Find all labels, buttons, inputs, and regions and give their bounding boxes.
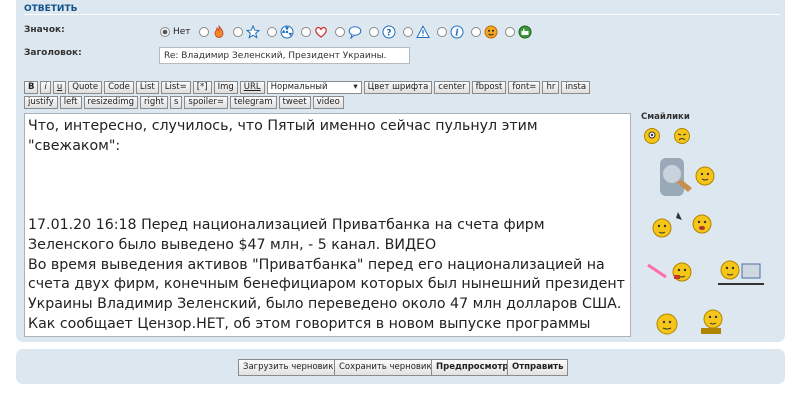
font-button[interactable]: font= bbox=[508, 81, 541, 94]
icon-radio-star[interactable] bbox=[232, 27, 243, 37]
smilies-title: Смайлики bbox=[641, 112, 690, 122]
spoiler-button[interactable]: spoiler= bbox=[184, 96, 228, 109]
load-draft-button[interactable]: Загрузить черновик bbox=[238, 359, 339, 376]
font-size-select[interactable]: Нормальный ▾ bbox=[266, 81, 362, 94]
icon-radio-thumbs[interactable] bbox=[504, 27, 515, 37]
subject-label: Заголовок: bbox=[24, 48, 82, 58]
radioactive-icon bbox=[280, 25, 294, 39]
hr-button[interactable]: hr bbox=[542, 81, 560, 94]
bold-button[interactable]: B bbox=[24, 81, 39, 94]
thumbs-icon bbox=[518, 25, 532, 39]
dropdown-arrow-icon: ▾ bbox=[353, 82, 358, 92]
underline-button[interactable]: u bbox=[52, 81, 67, 94]
message-line-1: Что, интересно, случилось, что Пятый име… bbox=[28, 118, 538, 154]
save-draft-button[interactable]: Сохранить черновик bbox=[334, 359, 437, 376]
url-button[interactable]: URL bbox=[239, 81, 265, 94]
svg-text:i: i bbox=[455, 29, 459, 39]
warning-icon bbox=[415, 25, 430, 39]
right-button[interactable]: right bbox=[139, 96, 168, 109]
svg-text:?: ? bbox=[386, 29, 391, 39]
fire-icon bbox=[212, 25, 226, 39]
insta-button[interactable]: insta bbox=[561, 81, 591, 94]
header-divider bbox=[24, 14, 780, 15]
icon-radio-heart[interactable] bbox=[300, 27, 311, 37]
smiley-sad-icon[interactable] bbox=[673, 127, 691, 145]
panel-title: ОТВЕТИТЬ bbox=[24, 4, 78, 14]
star-icon bbox=[245, 25, 260, 39]
icon-selector: Нет ? i bbox=[160, 22, 539, 42]
smiley-group-icon[interactable] bbox=[655, 306, 727, 338]
italic-button[interactable]: i bbox=[40, 81, 51, 94]
message-textarea[interactable]: Что, интересно, случилось, что Пятый име… bbox=[24, 113, 631, 337]
smiley-sword-icon[interactable] bbox=[646, 255, 696, 289]
message-line-3: Во время выведения активов "Приватбанка"… bbox=[28, 256, 625, 336]
list-item-button[interactable]: [*] bbox=[192, 81, 212, 94]
heart-icon bbox=[314, 25, 328, 39]
icon-radio-fire[interactable] bbox=[198, 27, 209, 37]
img-button[interactable]: Img bbox=[213, 81, 238, 94]
fbpost-button[interactable]: fbpost bbox=[471, 81, 507, 94]
quote-button[interactable]: Quote bbox=[68, 81, 103, 94]
font-size-value: Нормальный bbox=[270, 82, 328, 92]
resizedimg-button[interactable]: resizedimg bbox=[83, 96, 138, 109]
left-button[interactable]: left bbox=[59, 96, 82, 109]
face-icon bbox=[484, 25, 498, 39]
tweet-button[interactable]: tweet bbox=[278, 96, 311, 109]
icon-radio-speech[interactable] bbox=[334, 27, 345, 37]
smiley-fight-icon[interactable] bbox=[650, 208, 718, 244]
code-button[interactable]: Code bbox=[104, 81, 134, 94]
font-color-button[interactable]: Цвет шрифта bbox=[363, 81, 433, 94]
strike-button[interactable]: s bbox=[169, 96, 183, 109]
smiley-thinker-icon[interactable] bbox=[656, 152, 718, 200]
icon-radio-none[interactable] bbox=[160, 27, 170, 37]
icon-radio-face[interactable] bbox=[470, 27, 481, 37]
list-button[interactable]: List bbox=[135, 81, 159, 94]
icon-radio-radioactive[interactable] bbox=[266, 27, 277, 37]
message-line-2: 17.01.20 16:18 Перед национализацией При… bbox=[28, 216, 545, 253]
question-icon: ? bbox=[382, 25, 396, 39]
preview-button[interactable]: Предпросмотр bbox=[431, 359, 514, 376]
info-icon: i bbox=[450, 25, 464, 39]
icon-none-label: Нет bbox=[173, 27, 191, 37]
justify-button[interactable]: justify bbox=[24, 96, 58, 109]
icon-radio-warning[interactable] bbox=[402, 27, 413, 37]
speech-bubble-icon bbox=[348, 25, 362, 39]
icon-radio-question[interactable] bbox=[368, 27, 379, 37]
subject-input[interactable] bbox=[159, 47, 410, 64]
video-button[interactable]: video bbox=[312, 96, 344, 109]
bbcode-toolbar: B i u Quote Code List List= [*] Img URL … bbox=[24, 81, 614, 109]
icon-label: Значок: bbox=[24, 25, 65, 35]
icon-radio-info[interactable] bbox=[436, 27, 447, 37]
submit-button[interactable]: Отправить bbox=[507, 359, 569, 376]
smiley-cool-icon[interactable] bbox=[643, 127, 661, 145]
telegram-button[interactable]: telegram bbox=[230, 96, 277, 109]
center-button[interactable]: center bbox=[434, 81, 470, 94]
smiley-computer-icon[interactable] bbox=[716, 254, 766, 288]
ordered-list-button[interactable]: List= bbox=[160, 81, 191, 94]
